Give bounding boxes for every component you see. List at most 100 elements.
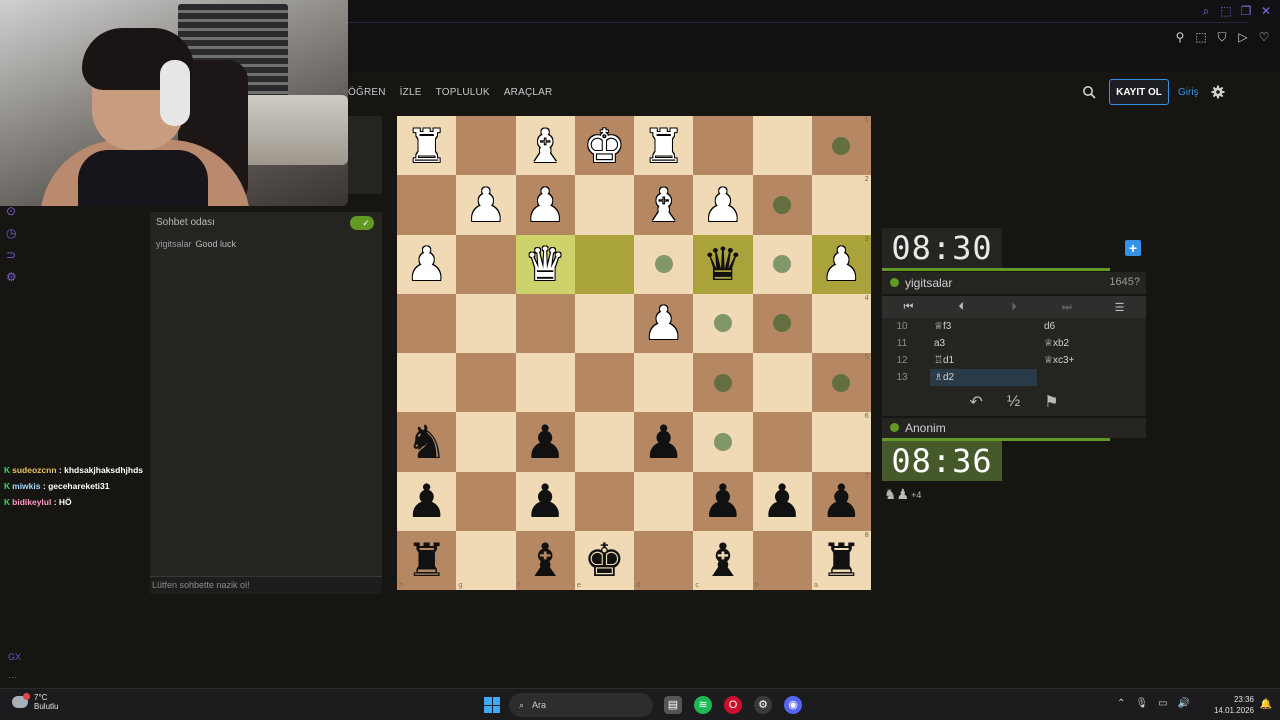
chevron-up-icon[interactable]: ⌃ bbox=[1117, 698, 1125, 709]
restore-icon[interactable]: ❐ bbox=[1240, 4, 1252, 19]
black-rook-piece[interactable]: ♜ bbox=[821, 537, 862, 583]
move-hint-dot[interactable] bbox=[713, 314, 732, 333]
sidebar-icon-4[interactable]: ⚙ bbox=[6, 270, 22, 284]
board-square[interactable]: ♟ bbox=[752, 471, 812, 531]
move-hint-dot[interactable] bbox=[773, 255, 792, 274]
white-pawn-piece[interactable]: ♟ bbox=[406, 241, 447, 287]
board-square[interactable] bbox=[515, 293, 575, 353]
pin-icon[interactable]: ⚲ bbox=[1174, 30, 1186, 45]
move-white[interactable]: ♖d1 bbox=[934, 355, 954, 366]
white-pawn-piece[interactable]: ♟ bbox=[821, 241, 862, 287]
sidebar-icon-3[interactable]: ⊃ bbox=[6, 248, 22, 262]
board-square[interactable]: ♟ bbox=[515, 412, 575, 472]
crop-icon[interactable]: ⬚ bbox=[1195, 30, 1207, 45]
board-square[interactable] bbox=[634, 234, 694, 294]
white-pawn-piece[interactable]: ♟ bbox=[702, 182, 743, 228]
black-pawn-piece[interactable]: ♟ bbox=[821, 478, 862, 524]
board-square[interactable] bbox=[574, 175, 634, 235]
move-hint-dot[interactable] bbox=[654, 255, 673, 274]
chess-board[interactable]: ♜ ♝ ♚ ♜ 1 ♟ ♟ ♝ ♟ 2 ♟ ♛ ♛ ♟ 3 ♟ 4 5 ♞ ♟ ♟ 6 ♟ ♟ ♟ ♟ ♟ 7 ♜ h g ♝ f ♚ e d ♝ c b ♜… bbox=[397, 116, 871, 590]
gear-icon[interactable] bbox=[1211, 85, 1225, 99]
board-square[interactable] bbox=[634, 471, 694, 531]
shield-icon[interactable]: ⛉ bbox=[1216, 30, 1228, 45]
board-square[interactable] bbox=[397, 175, 457, 235]
screenshot-icon[interactable]: ⬚ bbox=[1220, 4, 1232, 19]
white-pawn-piece[interactable]: ♟ bbox=[465, 182, 506, 228]
system-clock[interactable]: 23:36 14.01.2026 bbox=[1214, 694, 1254, 716]
black-rook-piece[interactable]: ♜ bbox=[406, 537, 447, 583]
board-square[interactable] bbox=[515, 353, 575, 413]
board-square[interactable]: d bbox=[634, 530, 694, 590]
board-square[interactable] bbox=[456, 471, 516, 531]
board-square[interactable]: ♟ bbox=[456, 175, 516, 235]
board-square[interactable] bbox=[397, 353, 457, 413]
mic-icon[interactable]: 🎙 bbox=[1135, 698, 1148, 709]
board-square[interactable]: g bbox=[456, 530, 516, 590]
board-square[interactable]: 6 bbox=[811, 412, 871, 472]
black-king-piece[interactable]: ♚ bbox=[584, 537, 625, 583]
next-move-icon[interactable]: ⏵ bbox=[994, 301, 1034, 314]
board-square[interactable] bbox=[574, 412, 634, 472]
move-white[interactable]: ♕f3 bbox=[934, 321, 951, 332]
board-square[interactable]: ♜ bbox=[634, 116, 694, 176]
file-explorer-icon[interactable]: ▤ bbox=[664, 696, 682, 714]
board-square[interactable] bbox=[456, 353, 516, 413]
board-square[interactable]: ♟ bbox=[397, 234, 457, 294]
board-square[interactable]: 4 bbox=[811, 293, 871, 353]
board-square[interactable]: 1 bbox=[811, 116, 871, 176]
heart-icon[interactable]: ♡ bbox=[1258, 30, 1270, 45]
board-square[interactable] bbox=[693, 353, 753, 413]
nav-item-learn[interactable]: ÖĞREN bbox=[348, 87, 386, 98]
board-square[interactable] bbox=[752, 234, 812, 294]
white-pawn-piece[interactable]: ♟ bbox=[525, 182, 566, 228]
black-knight-piece[interactable]: ♞ bbox=[406, 419, 447, 465]
move-black[interactable]: ♕xb2 bbox=[1044, 338, 1069, 349]
board-square[interactable] bbox=[456, 116, 516, 176]
board-square[interactable]: ♟ bbox=[634, 293, 694, 353]
white-pawn-piece[interactable]: ♟ bbox=[643, 300, 684, 346]
board-square[interactable] bbox=[752, 353, 812, 413]
board-square[interactable]: 2 bbox=[811, 175, 871, 235]
close-icon[interactable]: ✕ bbox=[1260, 4, 1272, 19]
chat-input[interactable]: Lütfen sohbette nazik ol! bbox=[150, 576, 382, 594]
board-square[interactable]: ♟ bbox=[515, 175, 575, 235]
board-square[interactable]: ♚ e bbox=[574, 530, 634, 590]
spotify-icon[interactable]: ≋ bbox=[694, 696, 712, 714]
board-square[interactable]: ♜ h bbox=[397, 530, 457, 590]
board-square[interactable] bbox=[456, 234, 516, 294]
white-rook-piece[interactable]: ♜ bbox=[406, 123, 447, 169]
board-square[interactable]: ♟ 7 bbox=[811, 471, 871, 531]
add-time-button[interactable]: + bbox=[1125, 240, 1141, 256]
board-square[interactable]: ♝ bbox=[634, 175, 694, 235]
steam-icon[interactable]: ⚙ bbox=[754, 696, 772, 714]
move-hint-dot[interactable] bbox=[773, 195, 792, 214]
board-square[interactable] bbox=[634, 353, 694, 413]
player-bottom-name[interactable]: Anonim bbox=[905, 421, 946, 435]
search-icon[interactable] bbox=[1082, 85, 1096, 99]
board-square[interactable] bbox=[752, 412, 812, 472]
board-square[interactable]: ♟ bbox=[693, 471, 753, 531]
sidebar-icon-1[interactable]: ⊙ bbox=[6, 204, 22, 218]
login-link[interactable]: Giriş bbox=[1178, 87, 1199, 98]
board-square[interactable]: ♛ bbox=[693, 234, 753, 294]
black-queen-piece[interactable]: ♛ bbox=[702, 241, 743, 287]
board-square[interactable]: ♟ bbox=[515, 471, 575, 531]
board-square[interactable] bbox=[574, 234, 634, 294]
board-square[interactable]: ♝ c bbox=[693, 530, 753, 590]
discord-icon[interactable]: ◉ bbox=[784, 696, 802, 714]
play-icon[interactable]: ▷ bbox=[1237, 30, 1249, 45]
nav-item-tools[interactable]: ARAÇLAR bbox=[504, 87, 553, 98]
board-square[interactable] bbox=[752, 293, 812, 353]
move-black[interactable]: d6 bbox=[1044, 321, 1055, 332]
move-hint-dot[interactable] bbox=[832, 136, 851, 155]
white-queen-piece[interactable]: ♛ bbox=[525, 241, 566, 287]
board-square[interactable] bbox=[752, 116, 812, 176]
sidebar-icon-2[interactable]: ◷ bbox=[6, 226, 22, 240]
network-icon[interactable]: ▭ bbox=[1158, 698, 1167, 709]
move-hint-dot[interactable] bbox=[713, 432, 732, 451]
menu-icon[interactable]: ☰ bbox=[1100, 301, 1140, 314]
speaker-icon[interactable]: 🔊 bbox=[1178, 698, 1190, 709]
black-pawn-piece[interactable]: ♟ bbox=[406, 478, 447, 524]
white-rook-piece[interactable]: ♜ bbox=[643, 123, 684, 169]
board-square[interactable]: ♟ bbox=[397, 471, 457, 531]
